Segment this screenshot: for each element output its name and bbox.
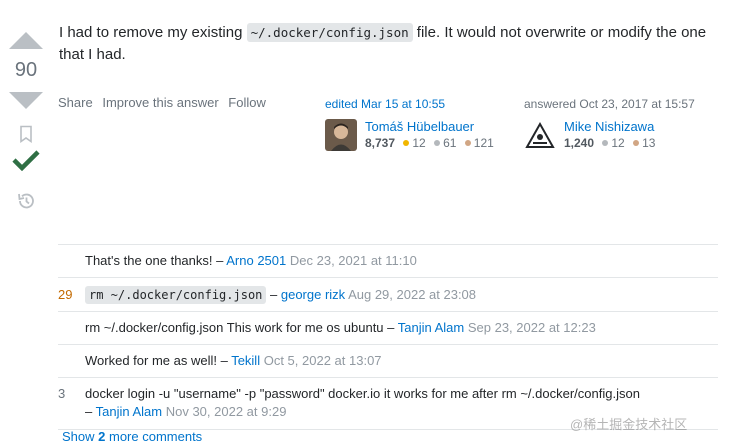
comment-date[interactable]: Sep 23, 2022 at 12:23 — [468, 320, 596, 335]
history-icon[interactable] — [16, 191, 36, 211]
post-menu: Share Improve this answer Follow — [58, 95, 272, 110]
author-avatar[interactable] — [524, 119, 556, 151]
comment-user[interactable]: george rizk — [281, 287, 345, 302]
editor-silver-count: 61 — [443, 136, 457, 150]
bookmark-icon[interactable] — [19, 125, 33, 143]
comment-body: That's the one thanks! – Arno 2501 Dec 2… — [85, 252, 718, 270]
comment-date[interactable]: Dec 23, 2021 at 11:10 — [290, 253, 417, 268]
bronze-badge-icon — [464, 140, 471, 146]
comment-text: rm ~/.docker/config.json This work for m… — [85, 320, 398, 335]
comment-user[interactable]: Tanjin Alam — [398, 320, 464, 335]
author-bronze-count: 13 — [642, 136, 656, 150]
comment-body: rm ~/.docker/config.json This work for m… — [85, 319, 718, 337]
comment-score — [58, 252, 85, 270]
author-reputation: 1,240 — [564, 136, 595, 150]
answer-text-before: I had to remove my existing — [59, 24, 247, 41]
comment-score: 29 — [58, 287, 73, 302]
editor-signature: edited Mar 15 at 10:55 Tomáš Hübelbauer … — [325, 97, 494, 151]
show-more-comments-link[interactable]: Show 2 more comments — [62, 429, 202, 444]
comment-score: 3 — [58, 386, 66, 401]
comment-date[interactable]: Oct 5, 2022 at 13:07 — [264, 353, 382, 368]
gold-badge-icon — [403, 140, 410, 146]
editor-reputation: 8,737 — [365, 136, 396, 150]
vote-count: 90 — [14, 59, 38, 81]
editor-name[interactable]: Tomáš Hübelbauer — [365, 119, 494, 135]
improve-answer-link[interactable]: Improve this answer — [102, 95, 218, 110]
comment-user[interactable]: Arno 2501 — [226, 253, 286, 268]
comments-list: That's the one thanks! – Arno 2501 Dec 2… — [58, 244, 718, 430]
watermark-text: @稀土掘金技术社区 — [570, 417, 688, 432]
accepted-check-icon — [12, 150, 40, 171]
answered-timestamp[interactable]: answered Oct 23, 2017 at 15:57 — [524, 97, 695, 111]
comment-item: That's the one thanks! – Arno 2501 Dec 2… — [58, 244, 718, 277]
comment-separator: – — [85, 404, 96, 419]
editor-bronze-count: 121 — [473, 136, 494, 150]
author-name[interactable]: Mike Nishizawa — [564, 119, 655, 135]
show-more-suffix: more comments — [105, 429, 203, 444]
comment-text: docker login -u "username" -p "password"… — [85, 386, 640, 401]
editor-avatar[interactable] — [325, 119, 357, 151]
comment-item: Worked for me as well! – Tekill Oct 5, 2… — [58, 344, 718, 377]
author-signature: answered Oct 23, 2017 at 15:57 Mike Nish… — [524, 97, 695, 151]
comment-item: rm ~/.docker/config.json This work for m… — [58, 311, 718, 344]
bronze-badge-icon — [633, 140, 640, 146]
comment-score — [58, 319, 85, 337]
comment-date[interactable]: Nov 30, 2022 at 9:29 — [166, 404, 287, 419]
comment-body: rm ~/.docker/config.json – george rizk A… — [85, 286, 718, 304]
answer-inline-code: ~/.docker/config.json — [246, 23, 413, 42]
comment-score — [58, 352, 85, 370]
comment-inline-code: rm ~/.docker/config.json — [85, 286, 267, 304]
author-silver-count: 12 — [611, 136, 625, 150]
answer-body: I had to remove my existing ~/.docker/co… — [59, 22, 719, 66]
comment-user[interactable]: Tekill — [231, 353, 260, 368]
edited-timestamp[interactable]: edited Mar 15 at 10:55 — [325, 97, 494, 111]
share-link[interactable]: Share — [58, 95, 93, 110]
comment-text: That's the one thanks! – — [85, 253, 227, 268]
watermark: @稀土掘金技术社区 — [570, 414, 687, 433]
comment-text: Worked for me as well! – — [85, 353, 232, 368]
comment-body: Worked for me as well! – Tekill Oct 5, 2… — [85, 352, 718, 370]
downvote-button[interactable] — [9, 92, 43, 109]
show-more-prefix: Show — [62, 429, 99, 444]
silver-badge-icon — [434, 140, 441, 146]
comment-separator: – — [266, 287, 281, 302]
vote-column: 90 — [0, 28, 52, 211]
follow-link[interactable]: Follow — [228, 95, 266, 110]
comment-item: 29 rm ~/.docker/config.json – george riz… — [58, 277, 718, 311]
silver-badge-icon — [602, 140, 609, 146]
comment-date[interactable]: Aug 29, 2022 at 23:08 — [348, 287, 476, 302]
comment-user[interactable]: Tanjin Alam — [96, 404, 162, 419]
upvote-button[interactable] — [9, 32, 43, 49]
editor-gold-count: 12 — [412, 136, 426, 150]
